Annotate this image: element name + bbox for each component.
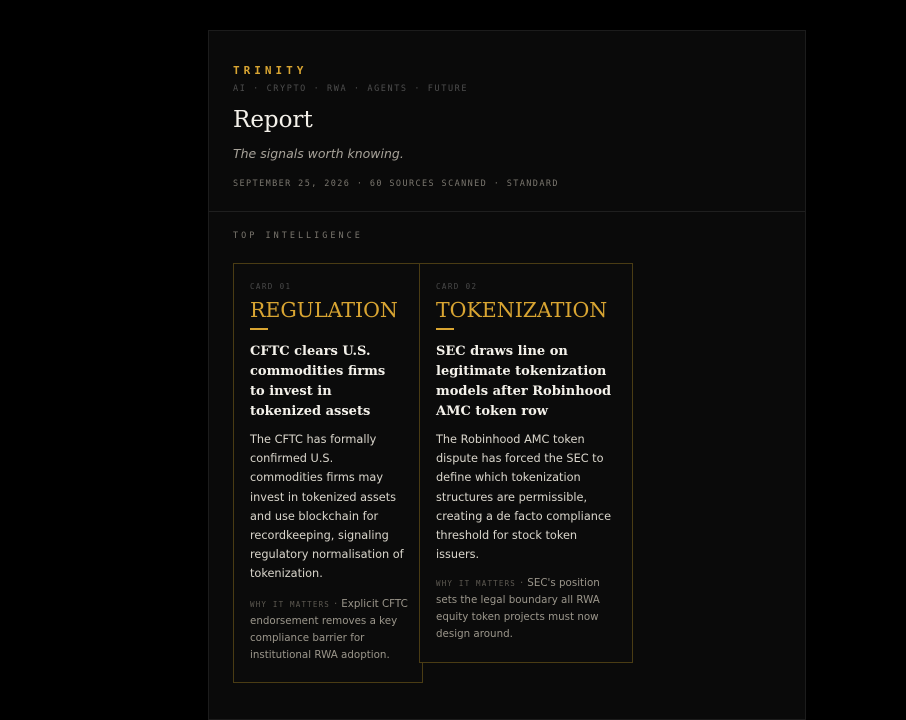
- card-category: TOKENIZATION: [436, 298, 608, 322]
- topic-tags: AI · CRYPTO · RWA · AGENTS · FUTURE: [233, 84, 469, 94]
- card-accent-bar: [436, 328, 454, 330]
- tagline: The signals worth knowing.: [233, 146, 404, 161]
- card-number: CARD 01: [250, 282, 292, 291]
- section-label: TOP INTELLIGENCE: [233, 231, 363, 241]
- card-category: REGULATION: [250, 298, 398, 322]
- brand-name: TRINITY: [233, 64, 308, 77]
- card-number: CARD 02: [436, 282, 478, 291]
- card-body: The Robinhood AMC token dispute has forc…: [436, 433, 612, 562]
- card-why-it-matters: WHY IT MATTERS · Explicit CFTC endorsement…: [250, 596, 408, 664]
- separator-dot: ·: [334, 598, 338, 610]
- card-headline[interactable]: SEC draws line on legitimate tokenizatio…: [436, 342, 614, 422]
- card-body: The CFTC has formally confirmed U.S. com…: [250, 433, 404, 581]
- report-panel: TRINITY AI · CRYPTO · RWA · AGENTS · FUT…: [208, 30, 806, 720]
- page-title: Report: [233, 107, 313, 133]
- intel-card-regulation[interactable]: CARD 01 REGULATION CFTC clears U.S. comm…: [233, 263, 423, 683]
- card-accent-bar: [250, 328, 268, 330]
- why-label: WHY IT MATTERS: [436, 579, 517, 588]
- report-meta: SEPTEMBER 25, 2026 · 60 SOURCES SCANNED …: [233, 179, 559, 189]
- report-header: TRINITY AI · CRYPTO · RWA · AGENTS · FUT…: [209, 31, 805, 212]
- card-why-it-matters: WHY IT MATTERS · SEC's position sets the l…: [436, 575, 612, 643]
- card-headline[interactable]: CFTC clears U.S. commodities firms to in…: [250, 342, 400, 422]
- intel-card-tokenization[interactable]: CARD 02 TOKENIZATION SEC draws line on l…: [419, 263, 633, 663]
- separator-dot: ·: [520, 577, 524, 589]
- why-label: WHY IT MATTERS: [250, 600, 331, 609]
